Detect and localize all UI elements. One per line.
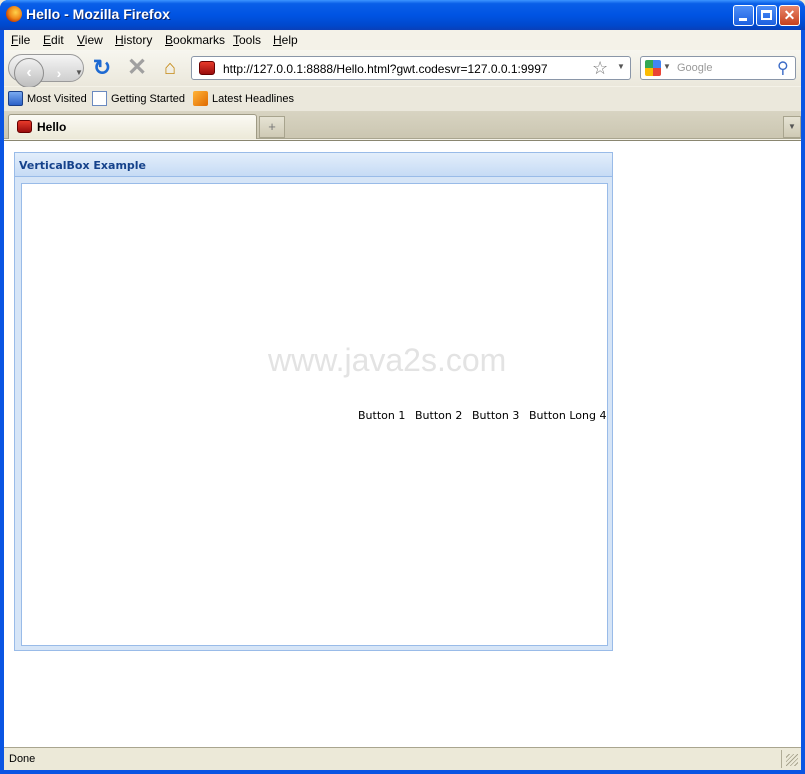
url-input[interactable]: http://127.0.0.1:8888/Hello.html?gwt.cod…	[223, 62, 548, 76]
bookmarks-toolbar: Most Visited Getting Started Latest Head…	[4, 87, 801, 111]
minimize-button[interactable]	[733, 5, 754, 26]
history-dropdown-icon: ▼	[75, 68, 83, 77]
status-bar: Done	[4, 747, 801, 770]
most-visited-icon	[8, 91, 23, 106]
back-button[interactable]: ‹	[14, 58, 44, 88]
bookmark-latest-headlines[interactable]: Latest Headlines	[193, 91, 297, 107]
history-dropdown-button[interactable]: ▼	[73, 65, 85, 81]
tab-list-button[interactable]: ▼	[783, 116, 801, 138]
button-2[interactable]: Button 2	[415, 409, 462, 422]
window-title: Hello - Mozilla Firefox	[26, 6, 170, 22]
bookmark-star-icon[interactable]: ☆	[592, 58, 608, 79]
menu-history[interactable]: History	[115, 33, 152, 47]
minimize-icon	[739, 18, 747, 21]
panel-title: VerticalBox Example	[19, 159, 147, 172]
panel-header: VerticalBox Example	[15, 153, 612, 177]
browser-window: Hello - Mozilla Firefox ✕ File Edit View…	[0, 0, 805, 774]
rss-feed-icon	[193, 91, 208, 106]
menu-file[interactable]: File	[11, 33, 30, 47]
new-tab-button[interactable]: +	[259, 116, 285, 138]
page-icon	[92, 91, 107, 106]
status-divider	[781, 750, 782, 768]
back-arrow-icon: ‹	[26, 64, 32, 81]
google-engine-icon[interactable]	[645, 60, 661, 76]
navigation-toolbar: ‹ › ▼ ↻ ✕ ⌂ http://127.0.0.1:8888/Hello.…	[4, 50, 801, 88]
tab-label: Hello	[37, 120, 67, 134]
title-bar[interactable]: Hello - Mozilla Firefox ✕	[0, 0, 805, 30]
maximize-icon	[761, 10, 772, 20]
button-3[interactable]: Button 3	[472, 409, 519, 422]
menu-tools[interactable]: Tools	[233, 33, 261, 47]
menu-bookmarks[interactable]: Bookmarks	[165, 33, 225, 47]
button-long-4[interactable]: Button Long 4	[529, 409, 606, 422]
bookmark-most-visited[interactable]: Most Visited	[8, 91, 90, 107]
menu-bar: File Edit View History Bookmarks Tools H…	[4, 30, 801, 50]
close-button[interactable]: ✕	[779, 5, 800, 26]
forward-button[interactable]: ›	[49, 63, 69, 83]
page-content: VerticalBox Example www.java2s.com Butto…	[4, 140, 801, 747]
close-icon: ✕	[783, 7, 796, 23]
site-favicon-icon	[199, 61, 215, 75]
menu-edit[interactable]: Edit	[43, 33, 64, 47]
url-dropdown-icon[interactable]: ▼	[617, 62, 625, 71]
search-bar[interactable]: ▼ Google ⚲	[640, 56, 796, 80]
home-button[interactable]: ⌂	[158, 57, 182, 79]
verticalbox-panel: VerticalBox Example www.java2s.com Butto…	[14, 152, 613, 651]
menu-view[interactable]: View	[77, 33, 103, 47]
search-magnifier-icon[interactable]: ⚲	[777, 58, 789, 78]
panel-body: www.java2s.com Button 1 Button 2 Button …	[21, 183, 608, 646]
tab-hello[interactable]: Hello	[8, 114, 257, 139]
back-forward-group: ‹ › ▼	[8, 54, 85, 88]
maximize-button[interactable]	[756, 5, 777, 26]
url-bar[interactable]: http://127.0.0.1:8888/Hello.html?gwt.cod…	[191, 56, 631, 80]
reload-button[interactable]: ↻	[91, 57, 113, 79]
watermark: www.java2s.com	[268, 342, 507, 378]
stop-icon: ✕	[126, 54, 148, 81]
tab-bar: Hello + ▼	[4, 111, 801, 139]
forward-arrow-icon: ›	[56, 65, 62, 81]
search-engine-dropdown-icon[interactable]: ▼	[663, 62, 671, 71]
tab-list-dropdown-icon: ▼	[788, 122, 796, 131]
status-text: Done	[9, 753, 36, 765]
home-icon: ⌂	[163, 57, 177, 79]
resize-grip-icon[interactable]	[786, 754, 798, 766]
button-1[interactable]: Button 1	[358, 409, 405, 422]
site-favicon-icon	[17, 120, 32, 133]
firefox-icon	[6, 6, 22, 22]
menu-help[interactable]: Help	[273, 33, 298, 47]
bookmark-getting-started[interactable]: Getting Started	[92, 91, 192, 107]
browser-client: File Edit View History Bookmarks Tools H…	[4, 30, 801, 770]
search-input[interactable]: Google	[677, 62, 712, 74]
stop-button[interactable]: ✕	[125, 56, 149, 80]
reload-icon: ↻	[92, 55, 112, 80]
